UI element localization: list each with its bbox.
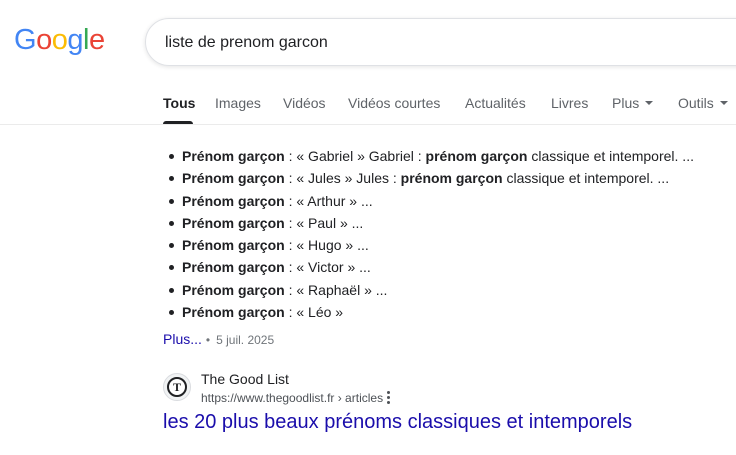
result-title-link[interactable]: les 20 plus beaux prénoms classiques et … (163, 411, 632, 434)
item-text: : « Paul » ... (284, 214, 364, 231)
tab-videos-courtes[interactable]: Vidéos courtes (348, 95, 440, 111)
more-link[interactable]: Plus... (163, 331, 202, 347)
list-item: Prénom garçon : « Jules » Jules : prénom… (164, 167, 694, 189)
bold-text: Prénom garçon (182, 214, 285, 231)
item-text: : « Hugo » ... (284, 237, 369, 254)
the-good-list-favicon-icon: T (167, 377, 187, 397)
tab-outils[interactable]: Outils (678, 95, 728, 111)
search-input[interactable] (165, 31, 725, 55)
caret-down-icon (645, 101, 654, 106)
list-item: Prénom garçon : « Léo » (164, 301, 694, 323)
bullet-icon (169, 198, 174, 204)
search-tabs: Tous Images Vidéos Vidéos courtes Actual… (0, 84, 736, 125)
list-item: Prénom garçon : « Paul » ... (164, 212, 694, 234)
bold-text: Prénom garçon (182, 148, 285, 164)
item-text: classique et intemporel. ... (502, 170, 670, 187)
list-item: Prénom garçon : « Gabriel » Gabriel : pr… (164, 145, 694, 167)
item-text: : « Raphaël » ... (284, 281, 388, 298)
bullet-icon (169, 176, 174, 182)
bullet-icon (169, 287, 174, 293)
bold-text: prénom garçon (425, 148, 528, 164)
list-item: Prénom garçon : « Victor » ... (164, 256, 694, 278)
bullet-icon (169, 265, 174, 271)
bullet-icon (169, 310, 174, 316)
snippet-date: 5 juil. 2025 (216, 333, 275, 347)
bold-text: prénom garçon (400, 170, 503, 187)
tab-videos[interactable]: Vidéos (283, 95, 326, 111)
tab-livres[interactable]: Livres (551, 95, 588, 111)
item-text: : « Léo » (284, 304, 344, 321)
search-box[interactable] (145, 18, 736, 66)
bold-text: Prénom garçon (182, 304, 285, 321)
site-name[interactable]: The Good List (201, 371, 289, 387)
item-text: : « Victor » ... (284, 259, 371, 276)
caret-down-icon (719, 101, 728, 106)
tab-tous[interactable]: Tous (163, 95, 195, 111)
google-logo[interactable]: Google (14, 24, 105, 57)
item-text: classique et intemporel. ... (527, 148, 694, 164)
bullet-icon (169, 154, 174, 159)
list-item: Prénom garçon : « Raphaël » ... (164, 279, 694, 301)
item-text: : « Arthur » ... (284, 192, 373, 209)
separator: • (205, 333, 211, 347)
tab-outils-label: Outils (678, 95, 714, 111)
list-item: Prénom garçon : « Arthur » ... (164, 190, 694, 212)
logo-letter: o (36, 24, 52, 56)
list-item: Prénom garçon : « Hugo » ... (164, 234, 694, 256)
bullet-icon (169, 243, 174, 249)
logo-letter: e (88, 24, 105, 56)
item-text: : « Gabriel » Gabriel : (284, 148, 426, 164)
logo-letter: g (67, 24, 83, 56)
item-text: : « Jules » Jules : (284, 170, 401, 187)
more-options-icon[interactable] (385, 390, 393, 406)
tab-actualites[interactable]: Actualités (465, 95, 526, 111)
logo-letter: G (14, 24, 37, 56)
snippet-footer: Plus... • 5 juil. 2025 (163, 331, 274, 347)
bold-text: Prénom garçon (182, 192, 285, 209)
active-tab-indicator (163, 121, 193, 124)
bullet-icon (169, 220, 174, 226)
tab-plus-label: Plus (612, 95, 640, 111)
site-url[interactable]: https://www.thegoodlist.fr › articles (201, 391, 383, 405)
tab-images[interactable]: Images (215, 95, 261, 111)
logo-letter: o (51, 24, 68, 56)
bold-text: Prénom garçon (182, 237, 285, 254)
tab-plus[interactable]: Plus (612, 95, 654, 111)
bold-text: Prénom garçon (182, 281, 285, 298)
site-favicon[interactable]: T (163, 373, 191, 401)
snippet-list: Prénom garçon : « Gabriel » Gabriel : pr… (164, 145, 694, 323)
bold-text: Prénom garçon (182, 170, 285, 187)
bold-text: Prénom garçon (182, 259, 285, 276)
